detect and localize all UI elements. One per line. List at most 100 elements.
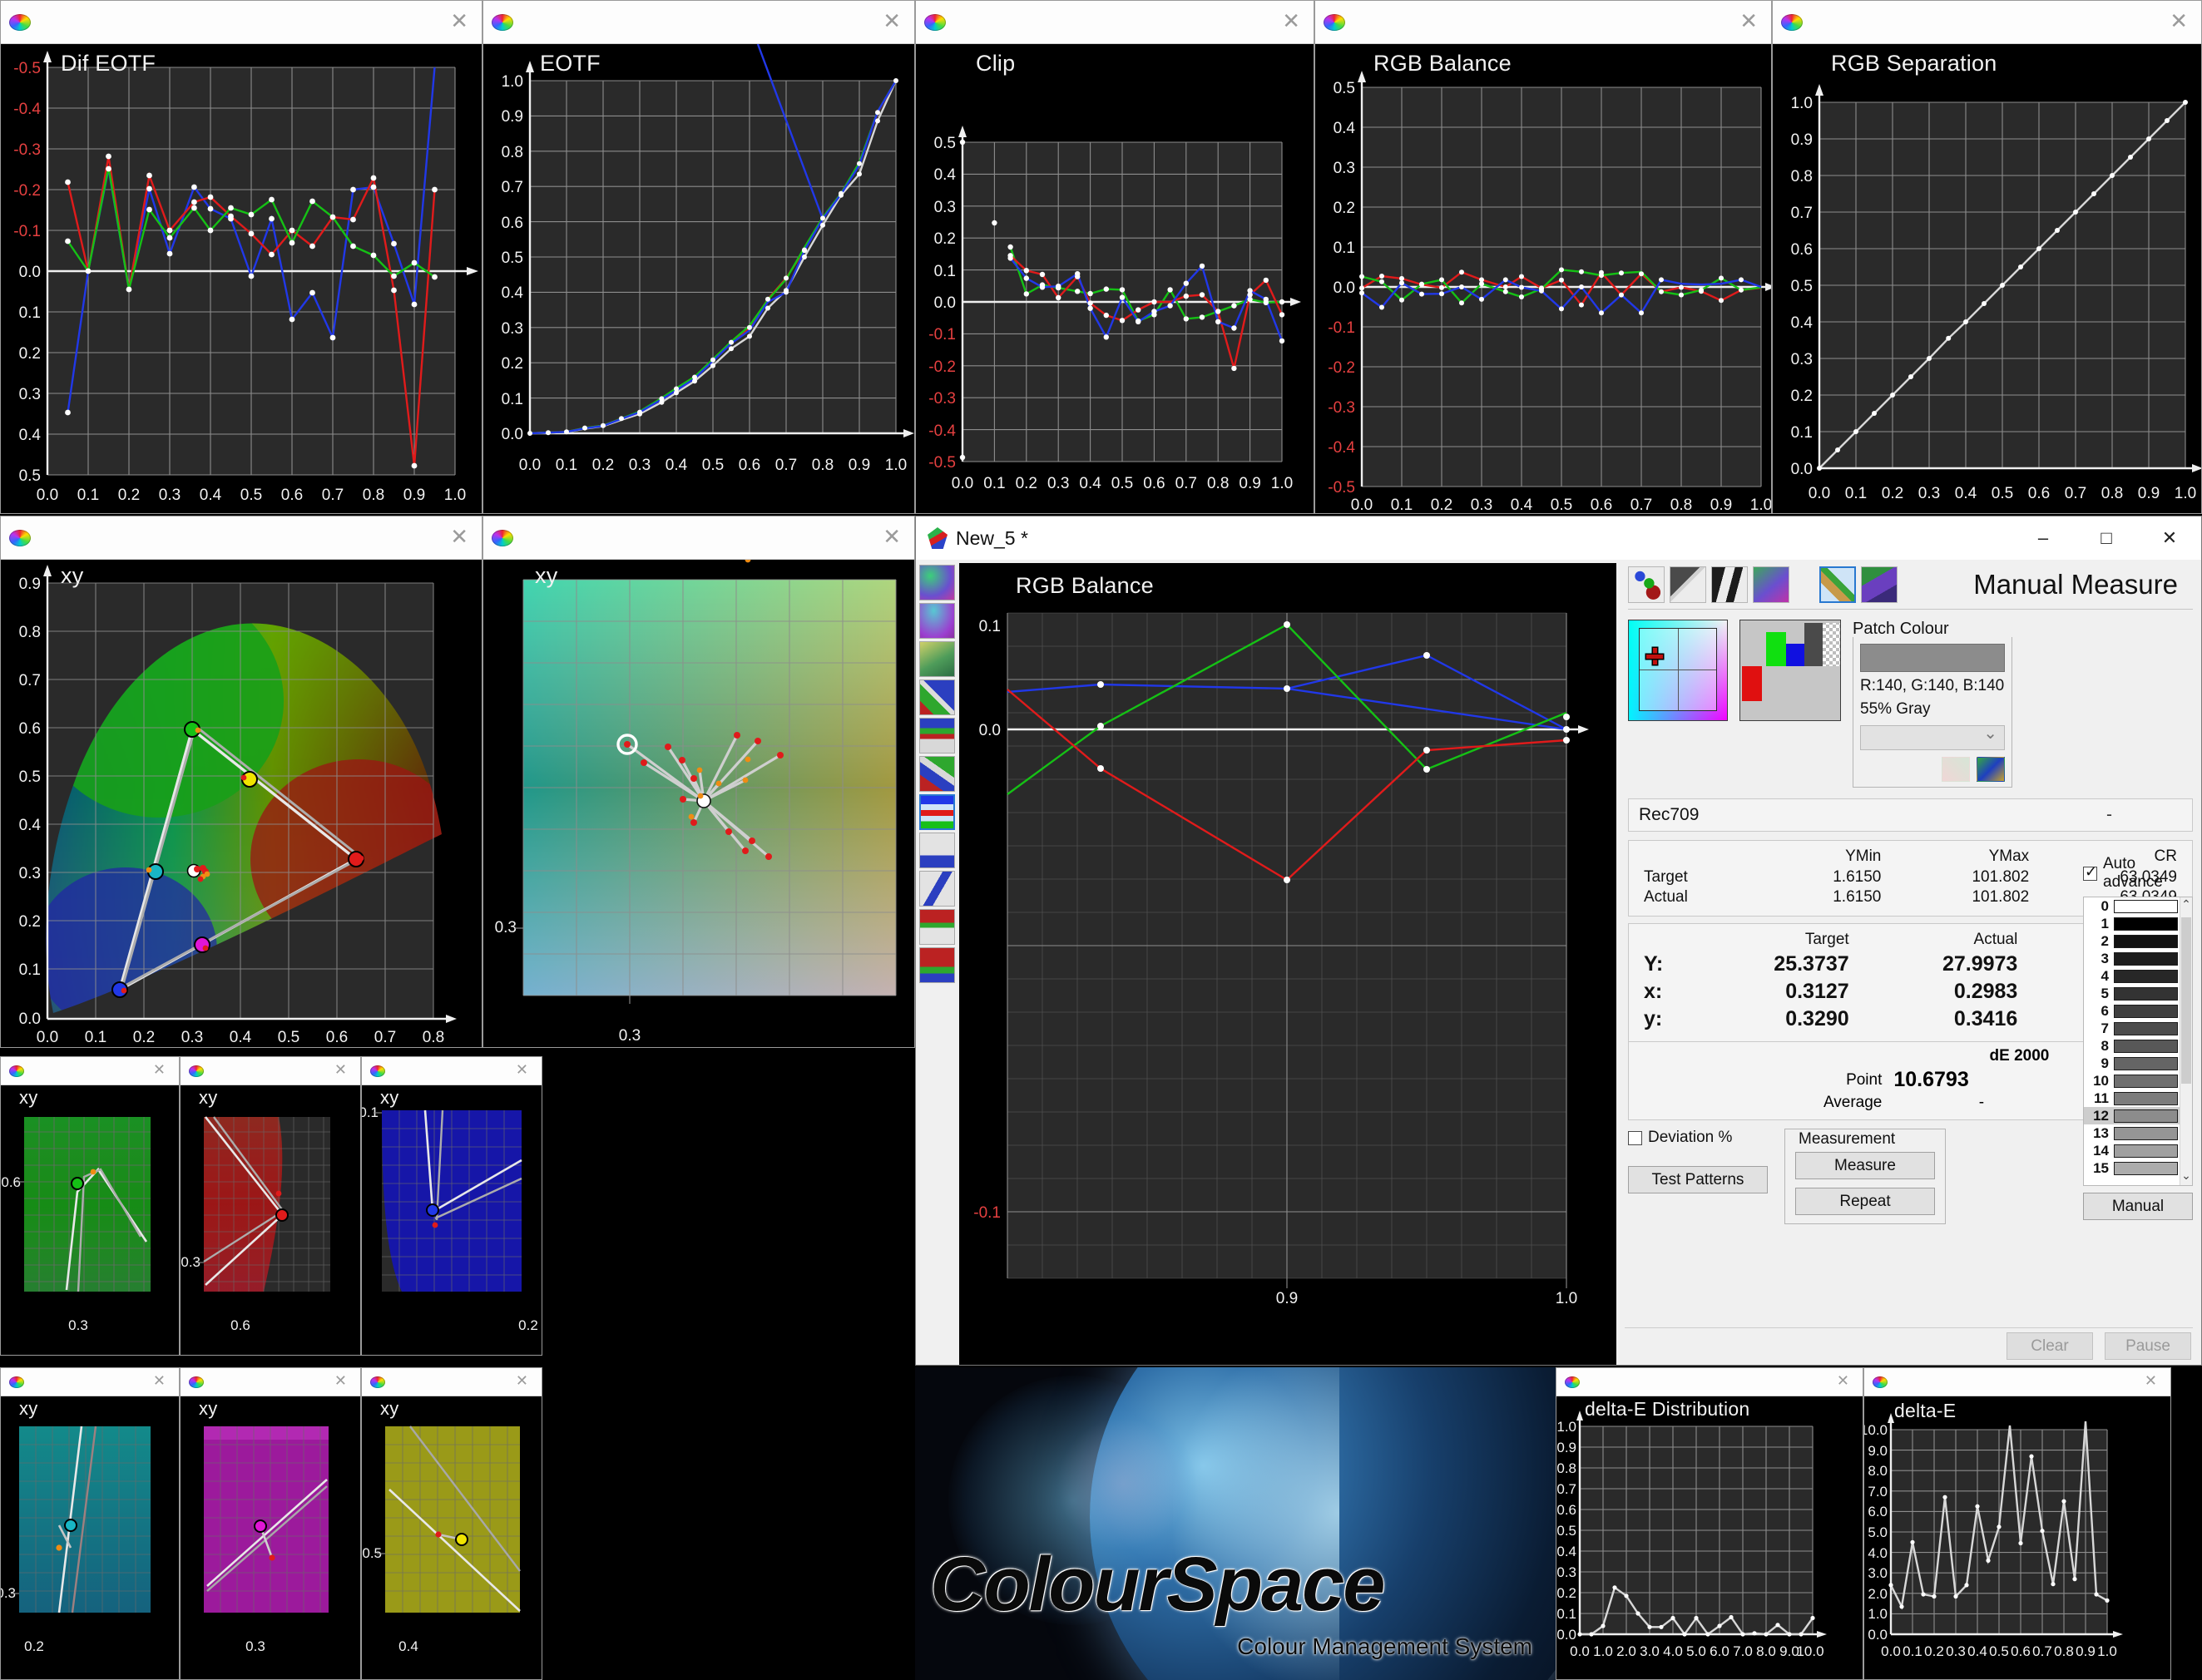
- eotf-curves-icon[interactable]: [919, 679, 955, 715]
- titlebar[interactable]: ✕: [483, 516, 914, 560]
- rgb-balance-icon[interactable]: [919, 718, 955, 754]
- list-item[interactable]: 11: [2084, 1090, 2180, 1107]
- patch-swatch[interactable]: [2114, 917, 2178, 931]
- patch-list-scrollbar[interactable]: ⌃ ⌄: [2180, 897, 2192, 1185]
- patch-swatch[interactable]: [2114, 1144, 2178, 1158]
- toolbar[interactable]: Manual Measure: [1628, 566, 2193, 610]
- close-icon[interactable]: ✕: [148, 1061, 171, 1081]
- patch-swatch[interactable]: [2114, 934, 2178, 948]
- titlebar[interactable]: ✕: [916, 1, 1314, 44]
- pause-button[interactable]: Pause: [2105, 1332, 2191, 1360]
- close-icon[interactable]: ✕: [511, 1061, 533, 1081]
- probe-settings-icon[interactable]: [1670, 566, 1706, 603]
- cie-1931-icon[interactable]: [919, 565, 955, 600]
- close-icon[interactable]: ✕: [1832, 1372, 1854, 1392]
- scroll-down-icon[interactable]: ⌄: [2180, 1169, 2192, 1185]
- titlebar[interactable]: ✕: [1, 1057, 179, 1085]
- auto-advance-checkbox[interactable]: Auto advance: [2083, 855, 2193, 892]
- measure-button[interactable]: Measure: [1795, 1152, 1935, 1179]
- patch-swatch[interactable]: [2114, 1109, 2178, 1123]
- close-icon[interactable]: ✕: [445, 526, 473, 548]
- patch-list-rows[interactable]: 0 1 2 3 4 5 6 7 8 9 10 11 12 13 14 15: [2084, 897, 2180, 1185]
- picker-crosshair[interactable]: [1646, 648, 1663, 665]
- close-icon[interactable]: ✕: [1734, 10, 1763, 32]
- window-cie-blue[interactable]: ✕ xy 0.1 0.2: [361, 1056, 542, 1356]
- rgb-separation-icon[interactable]: [919, 756, 955, 792]
- clear-patches-icon[interactable]: [1942, 757, 1970, 782]
- delta-e-icon[interactable]: [919, 833, 955, 868]
- list-item[interactable]: 5: [2084, 985, 2180, 1002]
- patch-swatch[interactable]: [2114, 1056, 2178, 1070]
- window-cie-zoom[interactable]: ✕ xy 0.3 0.3: [482, 516, 915, 1048]
- cie-ucs-icon[interactable]: [919, 603, 955, 639]
- close-icon[interactable]: ✕: [2165, 10, 2193, 32]
- checkbox-box[interactable]: [1628, 1130, 1642, 1145]
- delta-e-distribution-icon[interactable]: [919, 871, 955, 907]
- list-item[interactable]: 9: [2084, 1055, 2180, 1072]
- maximize-button[interactable]: □: [2075, 516, 2138, 560]
- titlebar[interactable]: ✕: [1, 1, 482, 44]
- close-icon[interactable]: ✕: [2140, 1372, 2162, 1392]
- window-cie-yellow[interactable]: ✕ xy 0.5 0.4: [361, 1367, 542, 1680]
- titlebar[interactable]: ✕: [362, 1057, 542, 1085]
- list-item[interactable]: 3: [2084, 950, 2180, 967]
- close-icon[interactable]: ✕: [148, 1372, 171, 1392]
- list-item[interactable]: 15: [2084, 1159, 2180, 1177]
- window-cie-cyan[interactable]: ✕ xy .3 0.2: [0, 1367, 180, 1680]
- chart-type-sidebar[interactable]: [916, 560, 959, 1365]
- minimize-button[interactable]: –: [2011, 516, 2075, 560]
- list-item[interactable]: 10: [2084, 1072, 2180, 1090]
- list-item[interactable]: 6: [2084, 1002, 2180, 1020]
- list-item-selected[interactable]: 12: [2084, 1107, 2180, 1124]
- window-cie-red[interactable]: ✕ xy 0.3 0.6: [180, 1056, 361, 1356]
- window-cie-full[interactable]: ✕ xy 0.9 0.8 0.7 0.6 0.5 0.4 0.3 0.2 0.1…: [0, 516, 482, 1048]
- titlebar[interactable]: ✕: [181, 1057, 360, 1085]
- clip-icon[interactable]: [919, 947, 955, 983]
- close-icon[interactable]: ✕: [445, 10, 473, 32]
- cube-icon[interactable]: [1861, 566, 1898, 603]
- window-cie-magenta[interactable]: ✕ xy 0.3: [180, 1367, 361, 1680]
- list-item[interactable]: 1: [2084, 915, 2180, 932]
- patch-swatch[interactable]: [2114, 1004, 2178, 1018]
- manual-button[interactable]: Manual: [2083, 1193, 2193, 1220]
- test-patterns-button[interactable]: Test Patterns: [1628, 1166, 1768, 1193]
- patch-swatch[interactable]: [2114, 1126, 2178, 1140]
- manual-measure-icon[interactable]: [1819, 566, 1856, 603]
- app-titlebar[interactable]: New_5 * – □ ✕: [916, 516, 2201, 560]
- titlebar[interactable]: ✕: [1773, 1, 2201, 44]
- window-delta-e[interactable]: ✕ delta-E 0.0 9.0 8.0 7.0 6.0 5.0 4.0 3.…: [1863, 1367, 2171, 1680]
- titlebar[interactable]: ✕: [362, 1368, 542, 1396]
- list-item[interactable]: 14: [2084, 1142, 2180, 1159]
- profile-settings-icon[interactable]: [1628, 566, 1665, 603]
- window-de-distribution[interactable]: ✕ delta-E Distribution 1.0 0.9 0.8 0.7 0…: [1556, 1367, 1863, 1680]
- manual-measure-window[interactable]: New_5 * – □ ✕ RGB Balance 0.1 0.0 -0.1 0…: [915, 516, 2202, 1366]
- titlebar[interactable]: ✕: [181, 1368, 360, 1396]
- repeat-button[interactable]: Repeat: [1795, 1188, 1935, 1215]
- patch-preset-dropdown[interactable]: [1860, 723, 2005, 750]
- list-item[interactable]: 0: [2084, 897, 2180, 915]
- window-cie-green[interactable]: ✕ xy 0.6 0.3: [0, 1056, 180, 1356]
- close-icon[interactable]: ✕: [329, 1372, 352, 1392]
- patch-swatch[interactable]: [2114, 1074, 2178, 1088]
- patch-swatch[interactable]: [2114, 951, 2178, 966]
- display-connection-icon[interactable]: [1711, 566, 1748, 603]
- close-icon[interactable]: ✕: [878, 526, 906, 548]
- patch-swatch[interactable]: [2114, 1039, 2178, 1053]
- patch-swatch[interactable]: [2114, 899, 2178, 913]
- close-icon[interactable]: ✕: [878, 10, 906, 32]
- close-icon[interactable]: ✕: [329, 1061, 352, 1081]
- clear-button[interactable]: Clear: [2007, 1332, 2093, 1360]
- colourspace-settings-icon[interactable]: [1753, 566, 1789, 603]
- scrollbar-thumb[interactable]: [2181, 917, 2191, 1084]
- patch-swatch[interactable]: [2114, 1021, 2178, 1035]
- close-icon[interactable]: ✕: [511, 1372, 533, 1392]
- list-item[interactable]: 8: [2084, 1037, 2180, 1055]
- patch-swatch[interactable]: [2114, 986, 2178, 1001]
- window-rgb-separation[interactable]: ✕ RGB Separation 1.0 0.9 0.8 0.7 0.6 0.5…: [1772, 0, 2202, 514]
- list-item[interactable]: 13: [2084, 1124, 2180, 1142]
- patch-swatch[interactable]: [2114, 1091, 2178, 1105]
- rgb-balance-selected-icon[interactable]: [919, 794, 955, 830]
- gamut-patches-icon[interactable]: [1977, 757, 2005, 782]
- close-icon[interactable]: ✕: [1277, 10, 1305, 32]
- list-item[interactable]: 2: [2084, 932, 2180, 950]
